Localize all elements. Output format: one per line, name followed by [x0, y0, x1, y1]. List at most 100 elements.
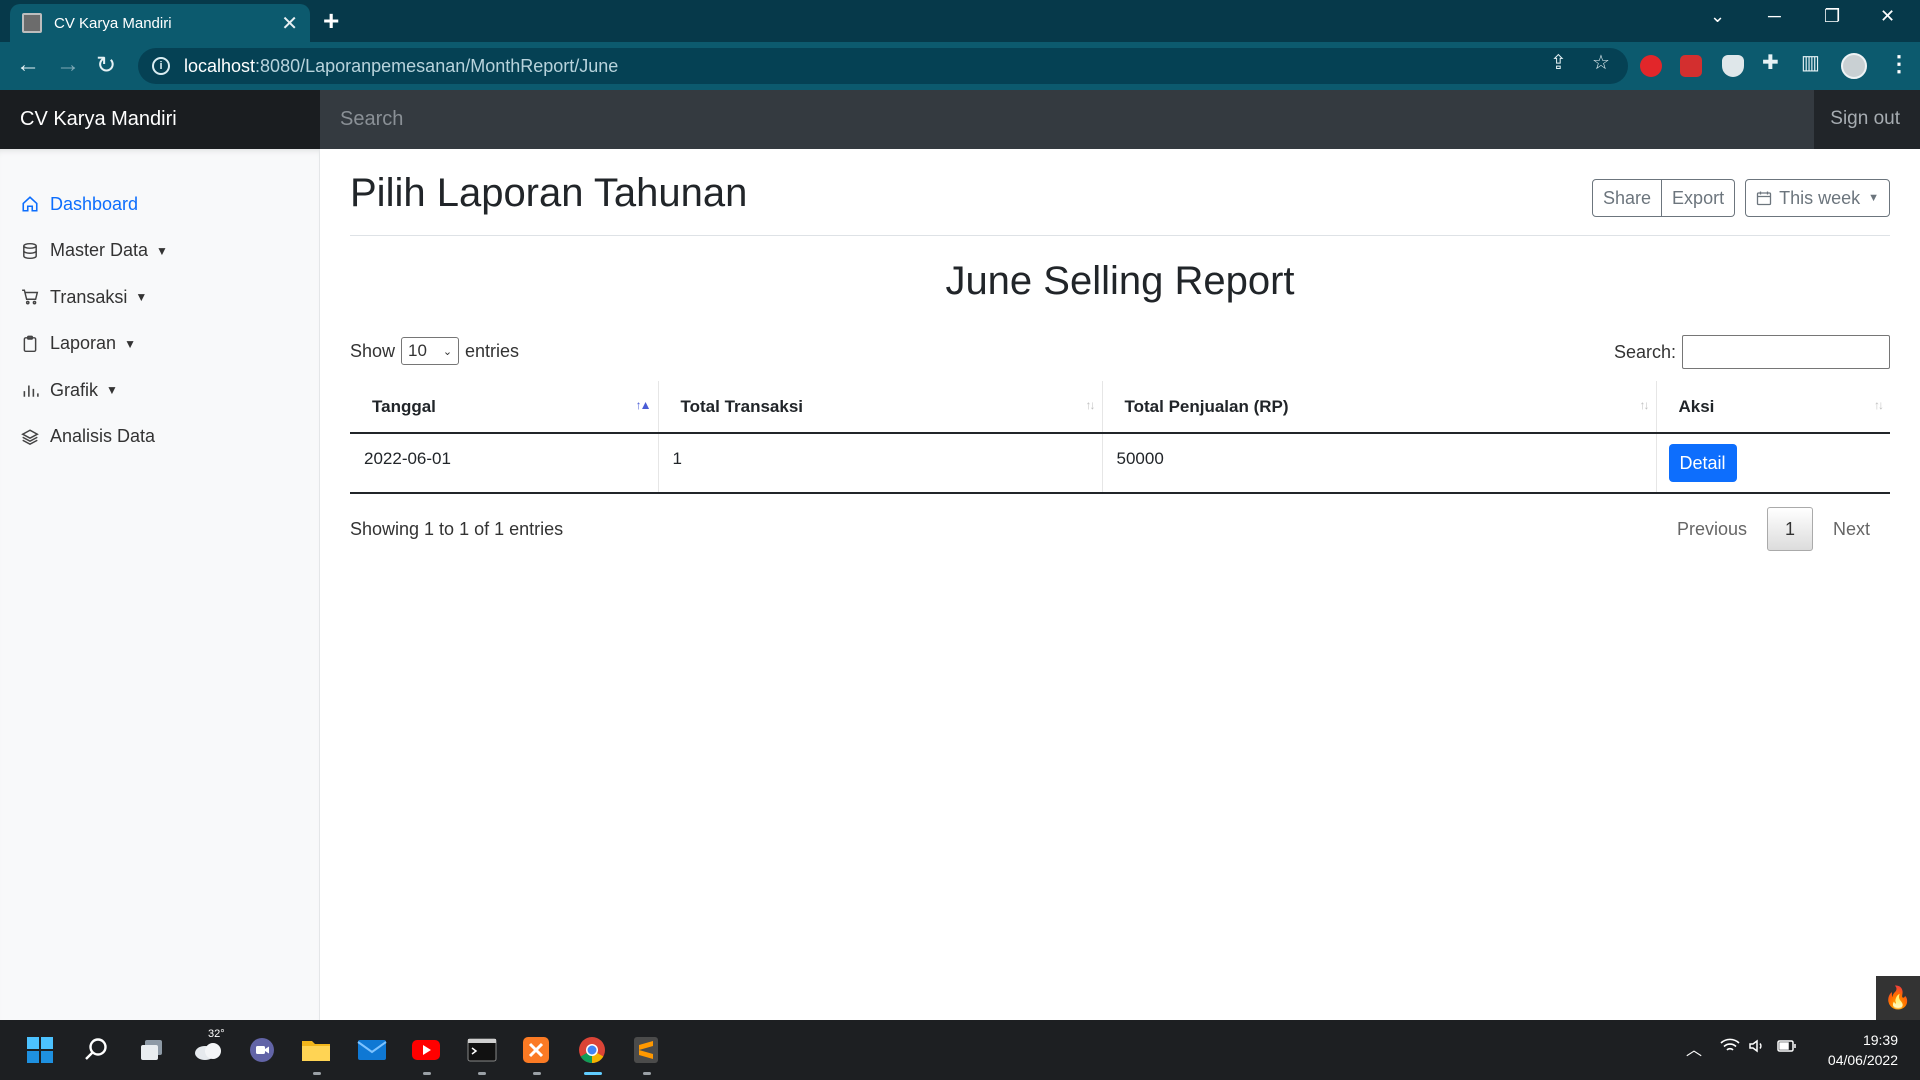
taskbar-search-icon[interactable]	[80, 1034, 112, 1066]
share-button[interactable]: Share	[1592, 179, 1663, 217]
extension-mm-icon[interactable]	[1680, 55, 1702, 77]
caret-down-icon: ▼	[156, 243, 168, 258]
bookmark-star-icon[interactable]: ☆	[1592, 50, 1610, 75]
sublime-text-icon[interactable]	[630, 1034, 662, 1066]
navbar-search-input[interactable]	[320, 90, 1814, 149]
cell-total-penjualan: 50000	[1102, 433, 1657, 494]
windows-start-icon[interactable]	[24, 1034, 56, 1066]
mail-icon[interactable]	[356, 1034, 388, 1066]
home-icon	[20, 194, 40, 214]
database-icon	[20, 241, 40, 261]
task-view-icon[interactable]	[136, 1034, 168, 1066]
window-close-icon[interactable]: ✕	[1880, 6, 1895, 27]
column-header-aksi[interactable]: Aksi ↑↓	[1656, 381, 1890, 434]
cell-tanggal: 2022-06-01	[350, 433, 659, 494]
sort-icon: ↑↓	[1085, 398, 1096, 412]
sidebar-item-label: Analisis Data	[50, 426, 156, 447]
site-info-icon[interactable]: i	[152, 57, 170, 75]
column-header-tanggal[interactable]: Tanggal ↑▲	[350, 381, 659, 434]
sidebar-item-label: Master Data	[50, 240, 149, 261]
taskbar-running-indicator	[478, 1072, 486, 1075]
export-button[interactable]: Export	[1662, 179, 1736, 217]
caret-down-icon: ▼	[135, 290, 148, 305]
next-page-button[interactable]: Next	[1813, 519, 1890, 540]
previous-page-button[interactable]: Previous	[1657, 519, 1767, 540]
clipboard-icon	[20, 334, 40, 354]
windows-taskbar: 32° ︿ 19:39 04/06/2022	[0, 1020, 1920, 1080]
sidebar-item-laporan[interactable]: Laporan ▼	[0, 321, 319, 368]
new-tab-icon[interactable]: +	[323, 5, 339, 37]
taskbar-clock[interactable]: 19:39 04/06/2022	[1828, 1030, 1898, 1070]
this-week-label: This week	[1779, 187, 1861, 208]
teams-chat-icon[interactable]	[246, 1034, 278, 1066]
terminal-icon[interactable]	[466, 1034, 498, 1066]
caret-down-icon: ▼	[1868, 192, 1879, 204]
share-page-icon[interactable]: ⇪	[1550, 50, 1567, 75]
table-search-input[interactable]	[1682, 335, 1890, 369]
debug-toolbar-flame-icon[interactable]: 🔥	[1876, 976, 1920, 1020]
tab-title: CV Karya Mandiri	[54, 14, 172, 32]
table-search: Search:	[1614, 335, 1890, 369]
battery-icon[interactable]	[1776, 1038, 1798, 1059]
minimize-icon[interactable]: ─	[1768, 6, 1781, 27]
column-header-total-penjualan[interactable]: Total Penjualan (RP) ↑↓	[1102, 381, 1657, 434]
clock-date: 04/06/2022	[1827, 1052, 1898, 1068]
forward-icon[interactable]: →	[56, 51, 80, 79]
back-icon[interactable]: ←	[16, 51, 40, 79]
weather-temperature: 32°	[208, 1028, 225, 1040]
sidebar: Dashboard Master Data ▼ Transaksi ▼ Lapo…	[0, 149, 320, 1020]
entries-select-value: 10	[408, 341, 427, 360]
extensions-puzzle-icon[interactable]: ✚	[1762, 50, 1779, 75]
wifi-icon[interactable]	[1720, 1038, 1740, 1059]
report-table: Tanggal ↑▲ Total Transaksi ↑↓ Total Penjua…	[350, 381, 1890, 494]
sidebar-item-label: Laporan	[50, 333, 117, 354]
browser-toolbar: ← → ↻ i localhost:8080/Laporanpemesanan/…	[0, 42, 1920, 90]
youtube-icon[interactable]	[410, 1034, 442, 1066]
detail-button[interactable]: Detail	[1668, 444, 1737, 482]
sort-ascending-icon: ↑▲	[635, 398, 652, 412]
extension-shield-icon[interactable]	[1722, 55, 1744, 77]
sidebar-item-label: Grafik	[50, 379, 99, 400]
volume-icon[interactable]	[1748, 1038, 1768, 1059]
browser-tab-bar: CV Karya Mandiri ✕ + ⌄ ─ ❐ ✕	[0, 0, 1920, 42]
chrome-icon[interactable]	[576, 1034, 608, 1066]
taskbar-running-indicator	[533, 1072, 541, 1075]
entries-select[interactable]: 10 ⌄	[401, 337, 460, 365]
sidebar-item-grafik[interactable]: Grafik ▼	[0, 367, 319, 414]
table-row: 2022-06-01 1 50000 Detail	[350, 433, 1890, 494]
cart-icon	[20, 287, 40, 307]
sidebar-item-transaksi[interactable]: Transaksi ▼	[0, 274, 319, 321]
browser-tab[interactable]: CV Karya Mandiri ✕	[10, 4, 310, 42]
this-week-dropdown[interactable]: This week ▼	[1745, 179, 1890, 217]
sign-out-link[interactable]: Sign out	[1830, 108, 1900, 130]
address-bar[interactable]: i localhost:8080/Laporanpemesanan/MonthR…	[138, 48, 1628, 84]
page-1-button[interactable]: 1	[1766, 507, 1813, 551]
tab-search-chevron-icon[interactable]: ⌄	[1710, 6, 1725, 27]
entries-label: entries	[465, 340, 520, 361]
sidebar-item-dashboard[interactable]: Dashboard	[0, 181, 319, 228]
side-panel-icon[interactable]: ▥	[1801, 50, 1820, 75]
table-search-label: Search:	[1613, 341, 1676, 362]
sort-icon: ↑↓	[1639, 398, 1650, 412]
file-explorer-icon[interactable]	[300, 1034, 332, 1066]
chevron-down-icon: ⌄	[442, 345, 453, 358]
column-header-total-transaksi[interactable]: Total Transaksi ↑↓	[658, 381, 1103, 434]
tab-favicon-icon	[22, 13, 42, 33]
tray-overflow-chevron-icon[interactable]: ︿	[1686, 1036, 1702, 1060]
sidebar-item-analisis-data[interactable]: Analisis Data	[0, 414, 319, 461]
taskbar-active-indicator	[584, 1072, 602, 1075]
profile-avatar-icon[interactable]	[1841, 53, 1867, 79]
tab-close-icon[interactable]: ✕	[281, 11, 298, 36]
taskbar-running-indicator	[423, 1072, 431, 1075]
sidebar-item-label: Transaksi	[50, 286, 128, 307]
show-label: Show	[350, 340, 396, 361]
table-info: Showing 1 to 1 of 1 entries	[350, 519, 564, 539]
browser-menu-icon[interactable]: ⋮	[1888, 51, 1910, 77]
reload-icon[interactable]: ↻	[96, 51, 116, 80]
sidebar-item-master-data[interactable]: Master Data ▼	[0, 228, 319, 275]
extension-stop-icon[interactable]	[1640, 55, 1662, 77]
caret-down-icon: ▼	[124, 336, 136, 351]
brand-name[interactable]: CV Karya Mandiri	[0, 90, 320, 149]
xampp-icon[interactable]	[520, 1034, 552, 1066]
restore-icon[interactable]: ❐	[1824, 6, 1840, 27]
